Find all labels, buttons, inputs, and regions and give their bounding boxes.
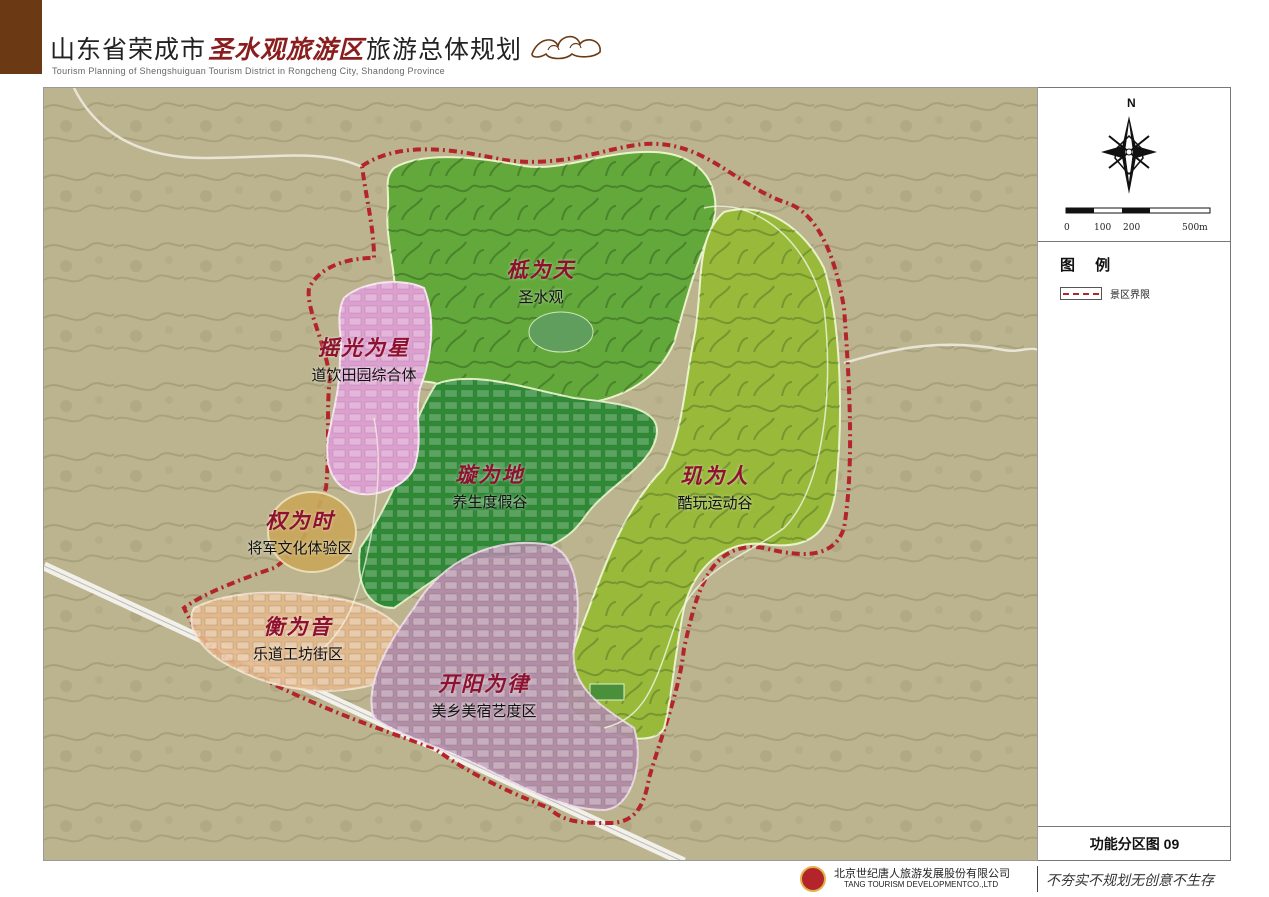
sports-field (589, 683, 625, 701)
title-prefix: 山东省荣成市 (50, 36, 207, 64)
zone-art-title: 摇光为星 (317, 335, 410, 360)
company-logo (800, 866, 826, 892)
company-name-cn: 北京世纪唐人旅游发展股份有限公司 (834, 867, 1010, 880)
boundary-line-swatch (1060, 287, 1102, 300)
zone-art-title: 玑为人 (680, 463, 750, 488)
brand-color-bar (0, 0, 42, 74)
scale-tick-label: 0 (1064, 223, 1070, 233)
auspicious-cloud-icon (531, 35, 601, 60)
zone-label-general-culture: 权为时 将军文化体验区 (247, 505, 352, 558)
legend-item-label: 景区界限 (1110, 290, 1150, 301)
map-title: 功能分区图 09 (1038, 826, 1231, 862)
zone-label-meixiang: 开阳为律 美乡美宿艺度区 (431, 668, 536, 721)
title-brush-calligraphy: 圣水观旅游区 (208, 35, 365, 64)
scale-bar (1065, 207, 1211, 214)
zone-name: 道饮田园综合体 (311, 367, 417, 384)
zone-art-title: 开阳为律 (437, 671, 530, 696)
compass-scale-box: N 0 100 200 500m (1038, 88, 1231, 242)
zone-label-kuwan: 玑为人 酷玩运动谷 (677, 460, 752, 513)
zone-art-title: 权为时 (265, 508, 335, 533)
company-slogan: 不夯实不规划无创意不生存 (1046, 873, 1214, 889)
map-canvas (44, 88, 1037, 860)
scale-tick-label: 200 (1123, 223, 1141, 233)
page-title: 山东省荣成市 圣水观旅游区 旅游总体规划 (50, 30, 522, 66)
scale-tick-label: 500m (1182, 223, 1208, 233)
zone-name: 酷玩运动谷 (677, 495, 753, 512)
zone-name: 乐道工坊街区 (252, 646, 344, 663)
map-side-panel: N 0 100 200 500m 图 例 景区界限 功能分区图 09 (1038, 87, 1231, 861)
north-label: N (1127, 96, 1136, 110)
page-subtitle-en: Tourism Planning of Shengshuiguan Touris… (52, 66, 445, 76)
company-name-en: TANG TOURISM DEVELOPMENTCO.,LTD (844, 880, 999, 889)
zone-label-shengshuiguan: 柢为天 圣水观 (507, 254, 576, 307)
zone-name: 圣水观 (518, 289, 564, 306)
functional-zoning-map[interactable]: 柢为天 圣水观 摇光为星 道饮田园综合体 璇为地 养生度假谷 玑为人 酷玩运动谷… (43, 87, 1038, 861)
zone-art-title: 柢为天 (506, 257, 576, 282)
zone-texture-daoyin-pastoral-complex (327, 282, 432, 495)
zone-name: 美乡美宿艺度区 (431, 703, 537, 720)
title-suffix: 旅游总体规划 (366, 36, 523, 64)
zone-name: 将军文化体验区 (247, 540, 353, 557)
legend-title: 图 例 (1060, 257, 1119, 274)
zone-label-ledao: 衡为音 乐道工坊街区 (253, 611, 343, 664)
scale-tick-label: 100 (1094, 223, 1112, 233)
legend-item-boundary: 景区界限 (1060, 286, 1150, 301)
compass-rose-icon (1101, 116, 1157, 194)
zone-art-title: 衡为音 (263, 614, 333, 639)
zone-art-title: 璇为地 (455, 462, 525, 487)
sacred-water-pond (528, 311, 594, 353)
zone-label-daoyin: 摇光为星 道饮田园综合体 (311, 332, 416, 385)
footer-divider (1037, 866, 1038, 892)
zone-label-wellness: 璇为地 养生度假谷 (452, 459, 527, 512)
zone-name: 养生度假谷 (452, 494, 528, 511)
